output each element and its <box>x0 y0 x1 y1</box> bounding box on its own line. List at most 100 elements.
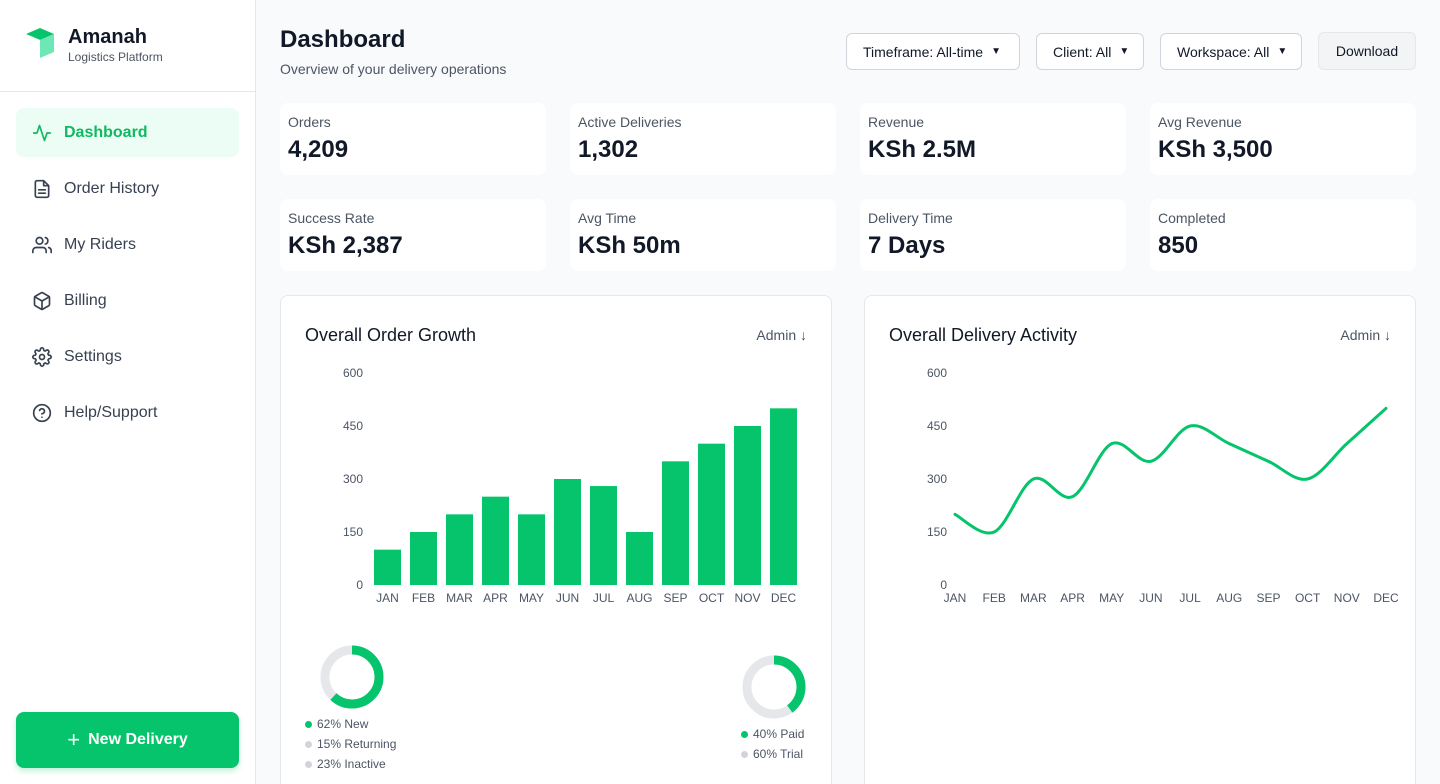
y-tick-label: 300 <box>927 472 947 486</box>
timeframe-select[interactable]: Timeframe: All-time ▼ <box>846 33 1020 70</box>
new-delivery-button[interactable]: + New Delivery <box>16 712 239 768</box>
x-tick-label: MAY <box>1099 591 1124 605</box>
x-tick-label: JUL <box>1179 591 1201 605</box>
bar[interactable] <box>554 479 581 585</box>
y-tick-label: 0 <box>940 578 947 592</box>
legend-label: 15% Returning <box>317 737 397 751</box>
stat-value: 850 <box>1158 232 1199 259</box>
legend-dot <box>741 730 748 738</box>
donut-segment <box>742 655 806 719</box>
x-tick-label: FEB <box>412 591 435 605</box>
x-tick-label: FEB <box>983 591 1006 605</box>
chevron-down-icon: ▼ <box>1277 46 1288 57</box>
x-tick-label: DEC <box>771 591 797 605</box>
workspace-select[interactable]: Workspace: All ▼ <box>1160 33 1302 70</box>
bar[interactable] <box>770 408 797 585</box>
users-icon <box>32 235 52 255</box>
x-tick-label: SEP <box>1256 591 1280 605</box>
bar[interactable] <box>734 426 761 585</box>
bar[interactable] <box>698 443 725 585</box>
timeframe-value: Timeframe: All-time <box>863 43 984 60</box>
help-circle-icon <box>32 403 52 423</box>
legend-item: 40% Paid <box>741 724 804 744</box>
legend-item: 62% New <box>305 714 396 734</box>
bar[interactable] <box>410 532 437 585</box>
sidebar-item-order-history[interactable]: Order History <box>16 164 239 213</box>
bar[interactable] <box>374 549 401 585</box>
stat-value: 1,302 <box>578 136 639 163</box>
legend-item: 23% Inactive <box>305 754 396 774</box>
activity-icon <box>32 123 52 143</box>
sidebar-item-label: Billing <box>64 291 107 309</box>
bar[interactable] <box>590 486 617 585</box>
stat-card-avg-revenue: Avg Revenue KSh 3,500 <box>1150 103 1416 175</box>
stat-label: Active Deliveries <box>578 114 682 130</box>
x-tick-label: JAN <box>944 591 967 605</box>
bar[interactable] <box>446 514 473 585</box>
series-line[interactable] <box>953 406 1388 535</box>
stat-value: KSh 3,500 <box>1158 136 1273 163</box>
stat-card-success-rate: Success Rate KSh 2,387 <box>280 199 546 271</box>
stat-label: Completed <box>1158 210 1226 226</box>
stat-label: Orders <box>288 114 331 130</box>
legend-item: 60% Trial <box>741 744 804 764</box>
x-tick-label: DEC <box>1373 591 1399 605</box>
x-tick-label: JUL <box>593 591 615 605</box>
client-value: Client: All <box>1053 43 1112 60</box>
sidebar-item-label: My Riders <box>64 235 137 253</box>
sidebar-item-label: Help/Support <box>64 403 158 421</box>
donut-segment <box>320 645 384 709</box>
y-tick-label: 0 <box>356 578 363 592</box>
brand-logo-icon <box>26 28 54 58</box>
x-tick-label: APR <box>483 591 508 605</box>
sidebar-item-label: Order History <box>64 179 160 197</box>
sidebar-item-settings[interactable]: Settings <box>16 332 239 381</box>
bar[interactable] <box>662 461 689 585</box>
stat-value: KSh 2.5M <box>868 136 977 163</box>
bar[interactable] <box>626 532 653 585</box>
x-tick-label: MAR <box>1020 591 1047 605</box>
y-tick-label: 150 <box>927 525 947 539</box>
sidebar-item-label: Settings <box>64 347 122 365</box>
stat-label: Revenue <box>868 114 925 130</box>
stat-value: KSh 50m <box>578 232 681 259</box>
bar[interactable] <box>482 496 509 585</box>
client-select[interactable]: Client: All ▼ <box>1036 33 1144 70</box>
chevron-down-icon: ▼ <box>1119 46 1130 57</box>
y-tick-label: 450 <box>343 419 363 433</box>
legend-dot <box>305 720 312 728</box>
donut-track <box>320 645 384 709</box>
y-tick-label: 600 <box>927 366 947 380</box>
sidebar-item-my-riders[interactable]: My Riders <box>16 220 239 269</box>
x-tick-label: NOV <box>1334 591 1360 605</box>
y-tick-label: 450 <box>927 419 947 433</box>
page-subtitle: Overview of your delivery operations <box>280 61 507 77</box>
x-tick-label: JAN <box>376 591 399 605</box>
customer-donut-legend: 62% New 15% Returning 23% Inactive <box>305 714 396 774</box>
y-tick-label: 300 <box>343 472 363 486</box>
sidebar-item-dashboard[interactable]: Dashboard <box>16 108 239 157</box>
x-tick-label: OCT <box>1295 591 1321 605</box>
stat-card-delivery-time: Delivery Time 7 Days <box>860 199 1126 271</box>
x-tick-label: AUG <box>626 591 652 605</box>
delivery-activity-card: Overall Delivery Activity Admin ↓ 0 150 30… <box>864 295 1416 784</box>
file-text-icon <box>32 179 52 199</box>
sidebar-item-help-support[interactable]: Help/Support <box>16 388 239 437</box>
x-tick-label: MAY <box>519 591 544 605</box>
download-button[interactable]: Download <box>1318 32 1416 70</box>
brand-name: Amanah <box>68 26 147 48</box>
stat-card-revenue: Revenue KSh 2.5M <box>860 103 1126 175</box>
x-tick-label: AUG <box>1216 591 1242 605</box>
sidebar-item-billing[interactable]: Billing <box>16 276 239 325</box>
sidebar-nav: Dashboard Order History My Riders Billin… <box>16 108 239 444</box>
stat-value: 4,209 <box>288 136 349 163</box>
sidebar: Amanah Logistics Platform Dashboard Orde… <box>0 0 256 784</box>
plus-icon: + <box>67 727 81 752</box>
legend-dot <box>305 760 312 768</box>
bar[interactable] <box>518 514 545 585</box>
brand[interactable]: Amanah Logistics Platform <box>24 26 163 64</box>
x-tick-label: JUN <box>556 591 579 605</box>
legend-label: 60% Trial <box>753 747 804 761</box>
stat-label: Avg Time <box>578 210 637 226</box>
page-title: Dashboard <box>280 26 406 53</box>
